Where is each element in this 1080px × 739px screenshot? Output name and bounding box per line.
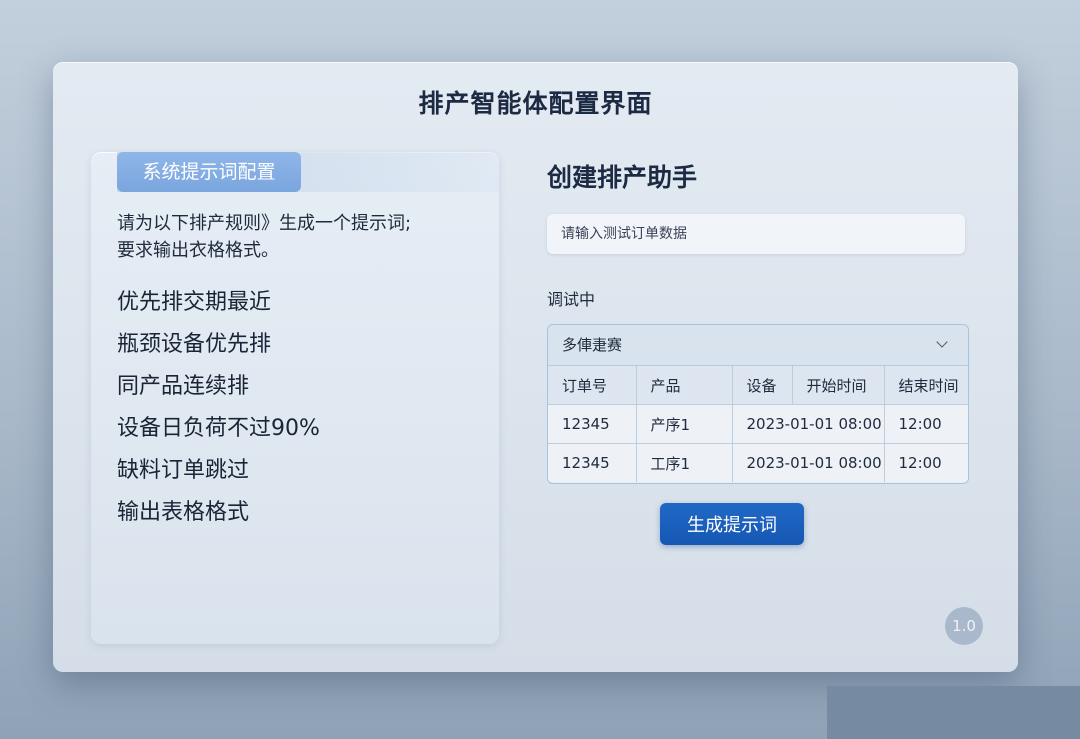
instruction-line-2: 要求输出衣格格式。 [117, 240, 279, 261]
cell-end-time: 12:00 [884, 404, 968, 444]
cell-start-time: 2023-01-01 08:00 [732, 404, 885, 444]
rule-item: 缺料订单跳过 [117, 458, 250, 483]
app-window: 排产智能体配置界面 系统提示词配置 请为以下排产规则》生成一个提示词; 要求输出… [53, 62, 1018, 672]
cell-product: 产序1 [636, 404, 733, 444]
column-header-start-time: 开始时间 [792, 366, 885, 405]
tab-system-prompt-config[interactable]: 系统提示词配置 [117, 152, 301, 192]
status-label: 调试中 [547, 290, 596, 309]
generate-prompt-button[interactable]: 生成提示词 [660, 503, 804, 545]
cell-order-no: 12345 [548, 443, 637, 482]
prompt-instruction[interactable]: 请为以下排产规则》生成一个提示词; 要求输出衣格格式。 [117, 210, 477, 264]
column-header-order-no: 订单号 [548, 366, 637, 405]
corner-overlay [827, 686, 1080, 739]
rule-item: 设备日负荷不过90% [117, 416, 320, 441]
order-table-panel: 多俥疌赛 订单号 产品 设备 开始时间 结束时间 12345 产序1 2023-… [547, 324, 969, 484]
table-dropdown[interactable]: 多俥疌赛 [548, 325, 968, 366]
system-prompt-panel: 系统提示词配置 请为以下排产规则》生成一个提示词; 要求输出衣格格式。 优先排交… [91, 152, 499, 644]
column-header-device: 设备 [732, 366, 793, 405]
cell-order-no: 12345 [548, 404, 637, 444]
cell-product: 工序1 [636, 443, 733, 482]
instruction-line-1: 请为以下排产规则》生成一个提示词; [117, 213, 412, 234]
dropdown-value: 多俥疌赛 [562, 336, 623, 354]
table-row: 12345 工序1 2023-01-01 08:00 12:00 [548, 443, 968, 482]
cell-end-time: 12:00 [884, 443, 968, 482]
rule-item: 输出表格格式 [117, 500, 250, 525]
rule-item: 瓶颈设备优先排 [117, 332, 272, 357]
rule-item: 优先排交期最近 [117, 290, 272, 315]
rule-item: 同产品连续排 [117, 374, 250, 399]
order-table: 订单号 产品 设备 开始时间 结束时间 12345 产序1 2023-01-01… [548, 366, 968, 482]
table-row: 12345 产序1 2023-01-01 08:00 12:00 [548, 404, 968, 444]
assistant-title: 创建排产助手 [547, 163, 698, 192]
window-title: 排产智能体配置界面 [418, 89, 653, 118]
rule-list: 优先排交期最近 瓶颈设备优先排 同产品连续排 设备日负荷不过90% 缺料订单跳过… [117, 282, 320, 534]
cell-start-time: 2023-01-01 08:00 [732, 443, 885, 482]
chevron-down-icon [936, 336, 948, 348]
version-badge: 1.0 [945, 607, 983, 645]
column-header-product: 产品 [636, 366, 733, 405]
test-order-input[interactable] [547, 214, 965, 254]
table-header-row: 订单号 产品 设备 开始时间 结束时间 [548, 366, 968, 405]
column-header-end-time: 结束时间 [884, 366, 968, 405]
